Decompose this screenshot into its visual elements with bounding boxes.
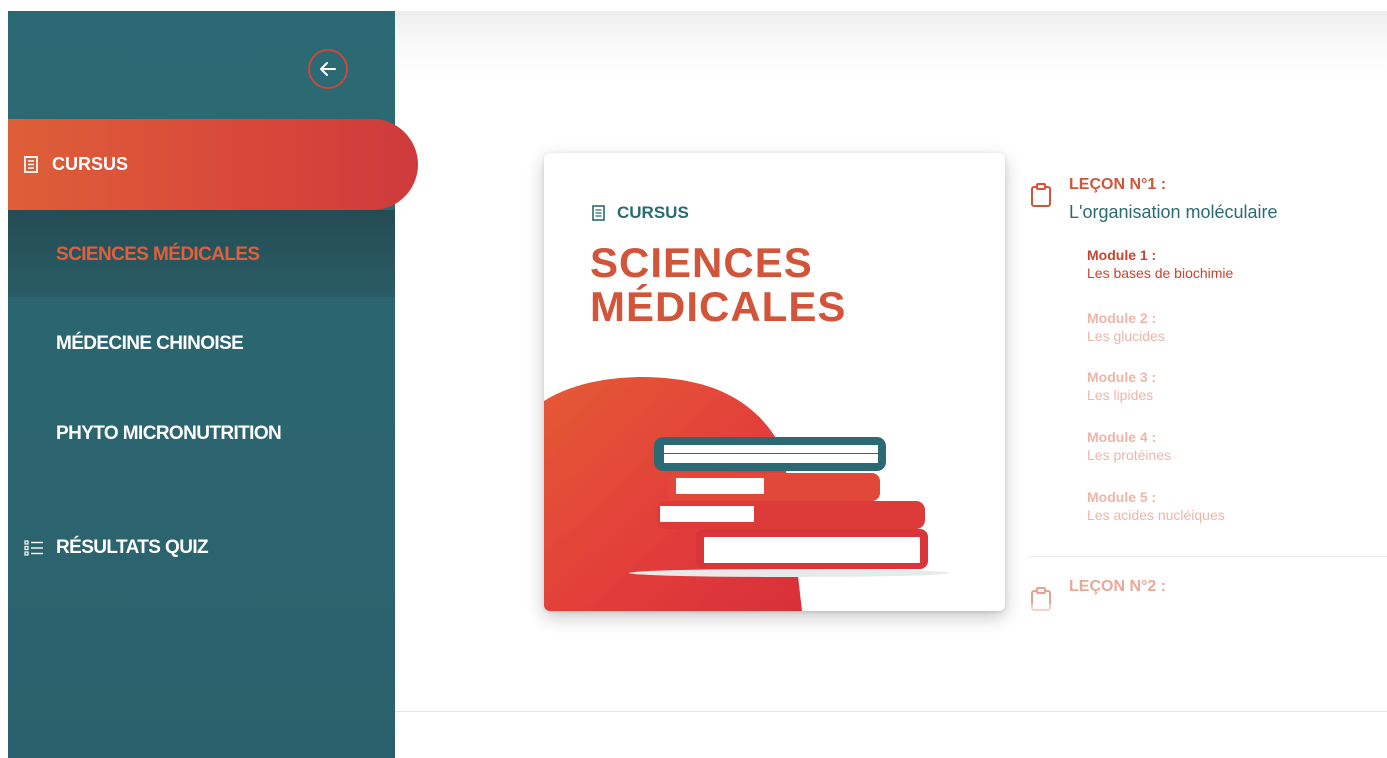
document-icon xyxy=(592,205,605,221)
module-5-title: Les acides nucléiques xyxy=(1087,507,1225,523)
module-4[interactable]: Module 4 : Les protéines xyxy=(1087,428,1171,464)
lesson-1-label: LEÇON N°1 : xyxy=(1069,176,1167,193)
card-kicker: CURSUS xyxy=(592,203,689,223)
list-fade xyxy=(1020,604,1387,634)
lesson-separator xyxy=(1028,556,1387,557)
module-3-label: Module 3 : xyxy=(1087,369,1157,385)
arrow-left-icon xyxy=(320,62,336,76)
module-5-label: Module 5 : xyxy=(1087,489,1157,505)
module-1[interactable]: Module 1 : Les bases de biochimie xyxy=(1087,246,1233,282)
top-bar xyxy=(395,11,1387,81)
lesson-1-title: L'organisation moléculaire xyxy=(1069,202,1278,222)
module-1-title: Les bases de biochimie xyxy=(1087,265,1234,281)
sidebar-item-phyto-micronutrition[interactable]: PHYTO MICRONUTRITION xyxy=(56,423,282,445)
sidebar: CURSUS SCIENCES MÉDICALES MÉDECINE CHINO… xyxy=(8,11,418,758)
module-2-label: Module 2 : xyxy=(1087,310,1157,326)
module-2[interactable]: Module 2 : Les glucides xyxy=(1087,309,1165,345)
card-kicker-label: CURSUS xyxy=(617,203,689,222)
document-icon xyxy=(24,156,38,173)
nav-cursus-label: CURSUS xyxy=(52,154,129,174)
lesson-2-label[interactable]: LEÇON N°2 : xyxy=(1069,578,1166,596)
sidebar-item-medecine-chinoise[interactable]: MÉDECINE CHINOISE xyxy=(56,333,244,355)
module-3-title: Les lipides xyxy=(1087,387,1154,403)
course-card[interactable]: CURSUS SCIENCES MÉDICALES xyxy=(544,153,1005,611)
card-title: SCIENCES MÉDICALES xyxy=(590,241,950,329)
sidebar-item-sciences-medicales[interactable]: SCIENCES MÉDICALES xyxy=(56,244,260,266)
list-icon xyxy=(24,540,43,556)
nav-resultats-quiz[interactable]: RÉSULTATS QUIZ xyxy=(24,537,209,559)
collapse-sidebar-button[interactable] xyxy=(308,49,348,89)
module-4-title: Les protéines xyxy=(1087,447,1172,463)
nav-cursus[interactable]: CURSUS xyxy=(8,119,418,210)
card-title-line-2: MÉDICALES xyxy=(590,283,847,330)
module-4-label: Module 4 : xyxy=(1087,429,1157,445)
clipboard-icon xyxy=(1031,183,1051,207)
module-2-title: Les glucides xyxy=(1087,328,1165,344)
module-3[interactable]: Module 3 : Les lipides xyxy=(1087,368,1156,404)
divider xyxy=(395,711,1387,712)
module-1-label: Module 1 : xyxy=(1087,247,1157,263)
module-5[interactable]: Module 5 : Les acides nucléiques xyxy=(1087,488,1225,524)
nav-resultats-quiz-label: RÉSULTATS QUIZ xyxy=(56,537,209,558)
card-title-line-1: SCIENCES xyxy=(590,239,813,286)
